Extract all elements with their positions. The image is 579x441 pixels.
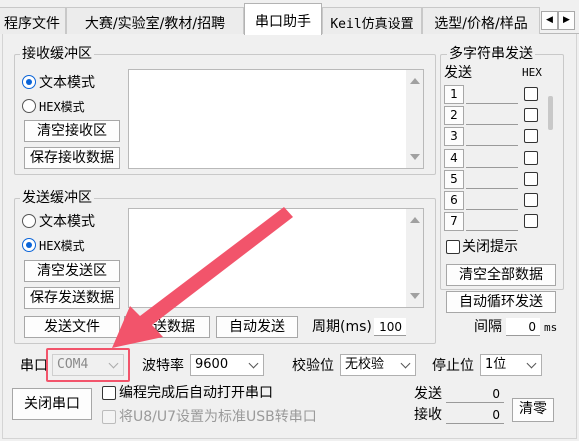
arrow-shape [112, 207, 293, 348]
tab-label: 串口助手 [255, 14, 311, 30]
tab-serial-assistant[interactable]: 串口助手 [244, 3, 322, 35]
annotation-arrow-icon [112, 207, 293, 348]
